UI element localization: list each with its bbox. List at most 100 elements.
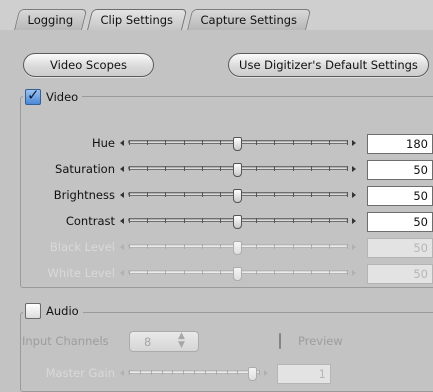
white-level-label: White Level [47,266,115,280]
black-level-label: Black Level [49,240,115,254]
master-gain-field[interactable]: 1 [277,364,331,384]
slider-tick [292,140,294,145]
slider-tick [256,244,258,249]
slider-tick [129,166,130,171]
slider-thumb[interactable] [233,215,242,229]
saturation-value-field[interactable]: 50 [367,160,433,180]
slider-tick [347,244,348,249]
hue-slider[interactable] [119,136,357,158]
master-gain-label: Master Gain [45,366,115,380]
slider-tick [328,166,330,171]
tab-logging[interactable]: Logging [14,9,87,30]
video-checkbox[interactable]: ✓ [25,86,41,105]
decrease-arrow-icon[interactable] [120,140,124,146]
slider-tick [129,192,130,197]
slider-track [128,215,348,229]
white-level-slider[interactable] [119,266,357,288]
increase-arrow-icon[interactable] [352,140,356,146]
checkmark-icon: ✓ [27,86,40,104]
slider-track [128,163,348,177]
slider-tick [237,370,239,375]
preview-checkbox[interactable] [279,333,281,349]
increase-arrow-icon[interactable] [352,192,356,198]
slider-tick [219,270,221,275]
slider-tick [347,270,348,275]
increase-arrow-icon[interactable] [352,218,356,224]
slider-tick [129,218,130,223]
tab-clip-settings[interactable]: Clip Settings [87,9,187,30]
slider-tick [256,140,258,145]
slider-tick [147,192,149,197]
slider-thumb[interactable] [233,241,242,255]
slider-tick [292,270,294,275]
slider-tick [165,166,167,171]
slider-tick [328,270,330,275]
slider-tick [172,370,174,375]
slider-tick [183,166,185,171]
contrast-label: Contrast [65,214,115,228]
brightness-slider[interactable] [119,188,357,210]
slider-tick [129,140,130,145]
black-level-value-field[interactable]: 50 [367,238,433,258]
slider-tick [204,370,206,375]
saturation-slider[interactable] [119,162,357,184]
slider-tick [256,166,258,171]
tab-capture-settings[interactable]: Capture Settings [187,9,311,30]
hue-value-field[interactable]: 180 [367,134,433,154]
black-level-slider[interactable] [119,240,357,262]
slider-tick [328,192,330,197]
increase-arrow-icon[interactable] [352,166,356,172]
slider-thumb[interactable] [247,367,257,381]
slider-thumb[interactable] [233,163,242,177]
slider-tick [256,218,258,223]
slider-thumb[interactable] [233,137,242,151]
video-scopes-button[interactable]: Video Scopes [23,53,154,77]
decrease-arrow-icon[interactable] [120,192,124,198]
contrast-value-field[interactable]: 50 [367,212,433,232]
white-level-value-field[interactable]: 50 [367,264,433,284]
slider-thumb[interactable] [233,189,242,203]
slider-tick [201,166,203,171]
slider-tick [292,244,294,249]
increase-arrow-icon[interactable] [264,370,268,376]
brightness-label: Brightness [53,188,115,202]
decrease-arrow-icon[interactable] [120,218,124,224]
slider-tick [165,270,167,275]
hue-label: Hue [91,136,115,150]
slider-track [128,367,260,381]
input-channels-popup[interactable]: 8 ▲ ▼ [129,331,199,352]
slider-track [128,189,348,203]
slider-tick [147,270,149,275]
slider-tick [219,244,221,249]
slider-tick [161,370,163,375]
input-channels-value: 8 [144,335,152,349]
use-default-settings-button[interactable]: Use Digitizer's Default Settings [228,53,429,77]
slider-tick [201,244,203,249]
slider-tick [147,166,149,171]
slider-tick [165,244,167,249]
slider-tick [292,192,294,197]
contrast-slider[interactable] [119,214,357,236]
slider-tick [183,370,185,375]
slider-tick [201,140,203,145]
decrease-arrow-icon[interactable] [120,370,124,376]
brightness-value-field[interactable]: 50 [367,186,433,206]
slider-tick [328,140,330,145]
audio-group-header: Audio [23,302,83,320]
master-gain-slider[interactable] [119,366,269,388]
slider-thumb[interactable] [233,267,242,281]
audio-checkbox[interactable] [25,303,41,319]
increase-arrow-icon[interactable] [352,244,356,250]
decrease-arrow-icon[interactable] [120,166,124,172]
decrease-arrow-icon[interactable] [120,244,124,250]
increase-arrow-icon[interactable] [352,270,356,276]
slider-tick [274,270,276,275]
slider-tick [147,140,149,145]
slider-tick [310,166,312,171]
decrease-arrow-icon[interactable] [120,270,124,276]
video-group-header: ✓ Video [23,86,83,106]
saturation-label: Saturation [55,162,115,176]
slider-tick [194,370,195,375]
slider-tick [347,192,348,197]
slider-tick [310,218,312,223]
